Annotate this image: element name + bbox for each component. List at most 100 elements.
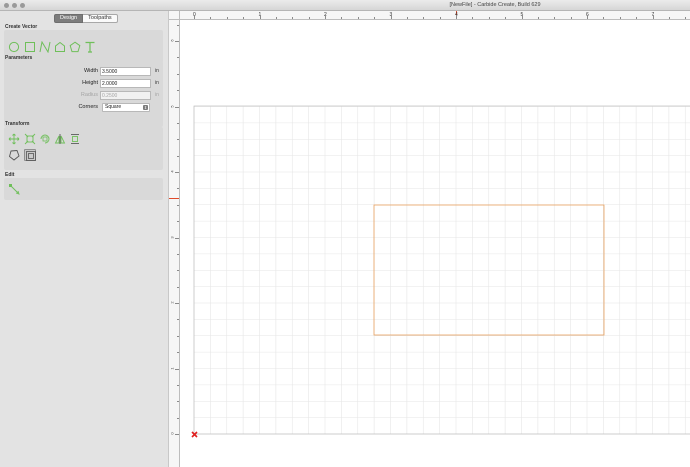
polyline-tool-icon[interactable] xyxy=(54,41,66,53)
mirror-tool-icon[interactable] xyxy=(54,133,66,145)
mode-tabs: Design Toolpaths xyxy=(54,14,118,23)
ruler-left-tick xyxy=(177,221,179,223)
transform-panel xyxy=(4,127,163,170)
ruler-top-tick xyxy=(505,17,507,19)
ruler-left-label: 1 xyxy=(169,366,175,370)
ruler-top: 01234567 xyxy=(169,11,690,20)
ruler-top-tick xyxy=(357,17,359,19)
rotate-free-tool-icon[interactable] xyxy=(8,149,20,161)
ruler-top-tick xyxy=(226,17,228,19)
ruler-left-label: 5 xyxy=(169,104,175,108)
ruler-left-tick xyxy=(177,417,179,419)
rotate-tool-icon[interactable] xyxy=(39,133,51,145)
move-tool-icon[interactable] xyxy=(8,133,20,145)
ruler-left-tick xyxy=(175,106,179,108)
width-label: Width xyxy=(83,68,98,74)
curve-tool-icon[interactable] xyxy=(39,41,51,53)
ruler-top-tick xyxy=(554,17,556,19)
ruler-top-tick xyxy=(456,15,457,19)
edit-panel xyxy=(4,178,163,200)
ruler-left-tick xyxy=(177,188,179,190)
ruler-left-tick xyxy=(177,319,179,321)
ruler-left-tick xyxy=(177,335,179,337)
ruler-top-tick xyxy=(439,17,441,19)
width-unit: in xyxy=(155,68,159,74)
ruler-top-tick xyxy=(374,17,376,19)
origin-marker-icon xyxy=(191,431,198,438)
ruler-top-tick xyxy=(210,17,212,19)
ruler-left-tick xyxy=(177,401,179,403)
ruler-left-tick xyxy=(177,286,179,288)
ruler-left-tick xyxy=(177,139,179,141)
align-tool-icon[interactable] xyxy=(69,133,81,145)
ruler-left-tick xyxy=(175,237,179,239)
ruler-left-tick xyxy=(177,155,179,157)
corners-select-value: Square xyxy=(105,104,122,110)
parameters-panel: Width in Height in Radius in Corners Squ… xyxy=(4,61,163,127)
tab-toolpaths[interactable]: Toolpaths xyxy=(83,14,118,23)
radius-label: Radius xyxy=(80,92,98,98)
height-unit: in xyxy=(155,80,159,86)
ruler-top-tick xyxy=(488,17,490,19)
ruler-left-tick xyxy=(177,90,179,92)
ruler-top-tick xyxy=(325,15,326,19)
design-canvas[interactable]: 01234567 6 5 4 3 2 1 0 xyxy=(169,11,690,467)
rectangle-tool-icon[interactable] xyxy=(24,41,36,53)
offset-tool-icon[interactable] xyxy=(24,149,36,161)
ruler-left-tick xyxy=(177,73,179,75)
radius-field xyxy=(100,91,151,100)
circle-tool-icon[interactable] xyxy=(8,41,20,53)
ruler-left-tick xyxy=(177,122,179,124)
ruler-top-tick xyxy=(570,17,572,19)
ruler-left-tick xyxy=(177,57,179,59)
ruler-left-label: 4 xyxy=(169,170,175,173)
ruler-top-tick xyxy=(194,15,195,19)
ruler-left-label: 0 xyxy=(169,432,175,435)
ruler-top-tick xyxy=(668,17,670,19)
ruler-corner xyxy=(169,11,180,20)
grid-lines xyxy=(193,106,690,435)
drawing-surface[interactable] xyxy=(169,11,690,467)
ruler-top-tick xyxy=(423,17,425,19)
corners-select[interactable]: Square ⇕ xyxy=(102,103,150,112)
ruler-top-tick xyxy=(243,17,245,19)
polygon-tool-icon[interactable] xyxy=(69,41,81,53)
cursor-marker-y xyxy=(169,198,179,199)
ruler-top-tick xyxy=(472,17,474,19)
ruler-left-label: 2 xyxy=(169,301,175,304)
ruler-top-tick xyxy=(308,17,310,19)
ruler-top-tick xyxy=(406,17,408,19)
height-label: Height xyxy=(82,80,98,86)
ruler-left-tick xyxy=(175,303,179,304)
ruler-top-tick xyxy=(587,15,588,19)
ruler-top-tick xyxy=(685,17,687,19)
ruler-left-tick xyxy=(177,204,179,206)
tab-design[interactable]: Design xyxy=(54,14,84,23)
node-edit-tool-icon[interactable] xyxy=(8,183,20,195)
ruler-top-tick xyxy=(341,17,343,19)
ruler-top-tick xyxy=(652,15,654,19)
ruler-top-tick xyxy=(537,17,539,19)
ruler-top-tick xyxy=(292,17,294,19)
text-tool-icon[interactable] xyxy=(84,41,96,53)
width-field[interactable] xyxy=(100,67,151,76)
window-title: [NewFile] - Carbide Create, Build 629 xyxy=(449,2,541,8)
radius-unit: in xyxy=(155,92,159,98)
ruler-left-tick xyxy=(175,368,179,370)
ruler-top-tick xyxy=(603,17,605,19)
ruler-left-tick xyxy=(175,41,179,42)
height-field[interactable] xyxy=(100,79,151,88)
origin-cross xyxy=(191,431,198,438)
ruler-top-tick xyxy=(275,17,277,19)
sidebar: Design Toolpaths Create Vector Parameter… xyxy=(0,11,169,467)
ruler-left-tick xyxy=(177,384,179,386)
ruler-top-tick xyxy=(259,15,261,19)
select-arrow-icon: ⇕ xyxy=(143,105,148,110)
ruler-left-tick xyxy=(177,24,179,26)
ruler-left-tick xyxy=(177,253,179,255)
ruler-top-tick xyxy=(619,17,621,19)
scale-tool-icon[interactable] xyxy=(24,133,36,145)
ruler-left-tick xyxy=(177,270,179,272)
ruler-left-label: 6 xyxy=(169,39,175,42)
ruler-left-label: 3 xyxy=(169,235,175,239)
